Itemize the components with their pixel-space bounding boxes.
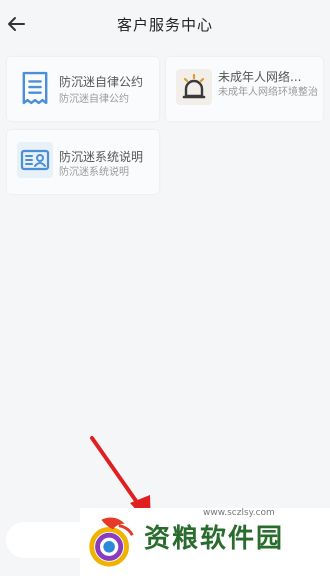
card-title: 防沉迷系统说明 (59, 150, 144, 164)
card-subtitle: 防沉迷自律公约 (59, 94, 129, 105)
card-anti-addiction-system-info[interactable]: 防沉迷系统说明 防沉迷系统说明 (7, 130, 159, 194)
page-title: 客户服务中心 (116, 16, 213, 34)
card-minor-network-rectification[interactable]: 未成年人网络... 未成年人网络环境整治 (166, 57, 323, 121)
card-title: 未成年人网络... (218, 70, 302, 84)
card-title: 防沉迷自律公约 (59, 75, 144, 89)
alarm-light-icon (176, 69, 212, 105)
card-self-discipline-pact[interactable]: 防沉迷自律公约 防沉迷自律公约 (7, 57, 159, 121)
watermark-text: 资粮软件园 (144, 524, 285, 554)
watermark-url: www.sczlsy.com (203, 508, 275, 518)
card-subtitle: 未成年人网络环境整治 (218, 87, 318, 98)
card-subtitle: 防沉迷系统说明 (59, 167, 129, 178)
watermark-logo-icon (89, 517, 134, 567)
id-card-icon (17, 142, 53, 178)
top-bar: 客户服务中心 (0, 0, 330, 50)
document-icon (22, 71, 48, 105)
